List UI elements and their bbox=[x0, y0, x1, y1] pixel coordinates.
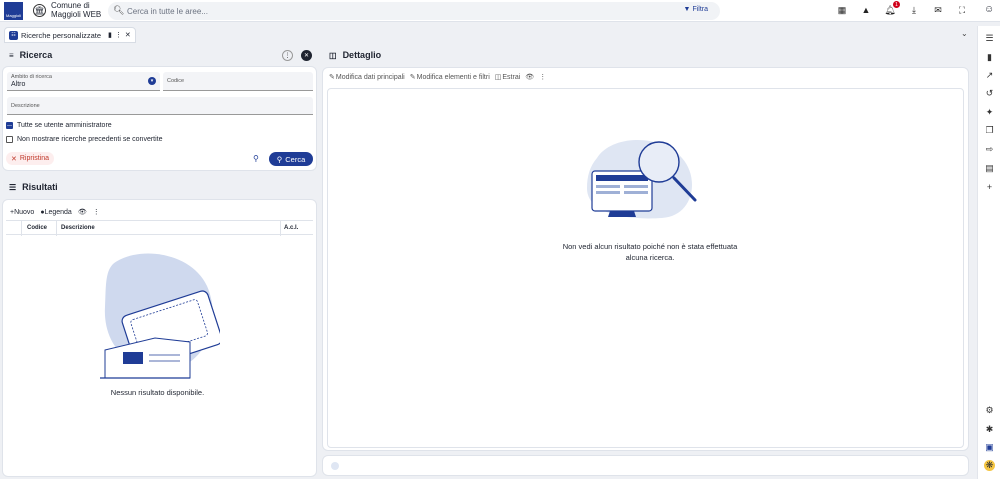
close-icon[interactable]: ✕ bbox=[125, 31, 131, 39]
descrizione-field[interactable]: Descrizione bbox=[7, 97, 313, 115]
more-icon[interactable]: ⋮ bbox=[93, 208, 100, 216]
extract-icon: ◫ bbox=[494, 74, 502, 81]
history-icon[interactable]: ↺ bbox=[984, 88, 995, 99]
col-acl[interactable]: A.c.l. bbox=[284, 225, 298, 231]
legend-button[interactable]: ●Legenda bbox=[40, 209, 72, 216]
brand-logo[interactable]: Maggioli bbox=[4, 2, 23, 20]
check-admin-label: Tutte se utente amministratore bbox=[17, 122, 112, 129]
descrizione-label: Descrizione bbox=[11, 103, 40, 109]
more-icon[interactable]: ⋮ bbox=[115, 31, 122, 39]
close-icon: ✕ bbox=[11, 155, 17, 163]
bookmark-icon[interactable]: ▮ bbox=[108, 31, 112, 39]
institution-icon[interactable]: 🏛 bbox=[33, 4, 46, 17]
col-descrizione[interactable]: Descrizione bbox=[61, 225, 95, 231]
dettaglio-footer bbox=[322, 455, 969, 476]
ambito-label: Ambito di ricerca bbox=[11, 74, 52, 80]
chevron-down-icon[interactable]: ⌄ bbox=[961, 29, 968, 38]
chat-icon[interactable]: ▣ bbox=[984, 442, 995, 453]
search-label: Cerca bbox=[285, 154, 306, 164]
org-name: Comune di Maggioli WEB bbox=[51, 1, 102, 19]
more-icon[interactable]: ⋮ bbox=[539, 73, 546, 81]
check-converted-label: Non mostrare ricerche precedenti se conv… bbox=[17, 136, 163, 143]
copy-icon[interactable]: ❐ bbox=[984, 125, 995, 136]
document-icon[interactable]: ▤ bbox=[984, 163, 995, 174]
settings-icon[interactable]: ⚙ bbox=[984, 405, 995, 416]
export-icon[interactable]: ⇨ bbox=[984, 144, 995, 155]
edit-main-button[interactable]: ✎ Modifica dati principali bbox=[329, 73, 405, 82]
search-list-icon: ≡ bbox=[9, 50, 14, 60]
tab-label: Ricerche personalizzate bbox=[21, 30, 102, 40]
ambito-value: Altro bbox=[11, 81, 26, 88]
dettaglio-header: ◫ Dettaglio bbox=[329, 50, 381, 60]
filter-icon: ▼ bbox=[683, 6, 691, 13]
reset-button[interactable]: ✕ Ripristina bbox=[6, 152, 55, 165]
codice-label: Codice bbox=[167, 78, 185, 84]
panel-icon: ◫ bbox=[329, 50, 337, 60]
top-bar: Maggioli 🏛 Comune di Maggioli WEB 🔍︎ ▼ F… bbox=[0, 0, 1000, 22]
accessibility-icon[interactable]: ✱ bbox=[984, 424, 995, 435]
pencil-icon: ✎ bbox=[409, 74, 416, 81]
check-admin-checkbox[interactable]: — bbox=[6, 122, 13, 129]
bell-icon[interactable]: 🔔︎ 1 bbox=[884, 1, 900, 16]
edit-filters-button[interactable]: ✎ Modifica elementi e filtri bbox=[409, 73, 490, 82]
list-icon[interactable]: ☰ bbox=[984, 33, 995, 44]
check-converted-checkbox[interactable] bbox=[6, 136, 13, 143]
fullscreen-icon[interactable]: ⛶ bbox=[956, 4, 968, 16]
chart-icon[interactable]: ↗ bbox=[984, 70, 995, 81]
visibility-icon[interactable]: 👁︎ bbox=[525, 73, 534, 81]
status-dot-icon bbox=[331, 462, 339, 470]
check-admin-row[interactable]: — Tutte se utente amministratore bbox=[6, 122, 112, 129]
top-actions: ▦ ▲ 🔔︎ 1 ⤓ ✉ ⛶ bbox=[836, 1, 968, 16]
risultati-title: Risultati bbox=[22, 182, 58, 192]
ricerca-more-button[interactable]: ⋮ bbox=[282, 50, 293, 61]
mail-icon[interactable]: ✉ bbox=[932, 4, 944, 16]
risultati-empty-message: Nessun risultato disponibile. bbox=[110, 388, 205, 397]
new-button[interactable]: +Nuovo bbox=[10, 209, 34, 216]
dettaglio-empty-message: Non vedi alcun risultato poiché non è st… bbox=[562, 242, 738, 262]
pencil-icon: ✎ bbox=[329, 74, 335, 81]
help-icon[interactable]: ❋ bbox=[984, 460, 995, 471]
extract-button[interactable]: ◫ Estrai bbox=[494, 73, 521, 82]
warning-icon[interactable]: ▲ bbox=[860, 4, 872, 16]
empty-results-illustration bbox=[100, 253, 220, 379]
filter-button[interactable]: ▼ Filtra bbox=[684, 6, 709, 13]
risultati-toolbar: +Nuovo ●Legenda 👁︎ ⋮ bbox=[10, 208, 100, 217]
visibility-icon[interactable]: 👁︎ bbox=[78, 208, 87, 216]
right-rail: ☰ ▮ ↗ ↺ ✦ ❐ ⇨ ▤ + ⚙ ✱ ▣ ❋ bbox=[977, 26, 1000, 479]
global-search: 🔍︎ ▼ Filtra bbox=[108, 2, 720, 20]
empty-detail-illustration bbox=[587, 140, 697, 219]
search-button[interactable]: ⚲ Cerca bbox=[269, 152, 313, 166]
risultati-header: ☰ Risultati bbox=[9, 182, 58, 192]
tab-strip: ☷ Ricerche personalizzate ▮ ⋮ ✕ ⌄ bbox=[0, 26, 975, 44]
list-icon: ☰ bbox=[9, 182, 17, 192]
check-converted-row[interactable]: Non mostrare ricerche precedenti se conv… bbox=[6, 136, 163, 143]
account-icon[interactable]: ☺ bbox=[984, 4, 994, 15]
chevron-down-icon[interactable]: ▾ bbox=[148, 77, 156, 85]
global-search-input[interactable] bbox=[127, 4, 667, 18]
filter-label: Filtra bbox=[692, 6, 708, 13]
zoom-icon[interactable]: ⚲ bbox=[253, 154, 259, 163]
plus-icon[interactable]: + bbox=[984, 181, 995, 192]
dettaglio-toolbar: ✎ Modifica dati principali ✎ Modifica elem… bbox=[329, 73, 546, 82]
module-icon: ☷ bbox=[9, 30, 18, 40]
search-icon: ⚲ bbox=[276, 154, 283, 164]
results-grid-header: Codice Descrizione A.c.l. bbox=[6, 220, 313, 236]
ricerca-title: Ricerca bbox=[19, 50, 53, 60]
tools-icon[interactable]: ✦ bbox=[984, 107, 995, 118]
codice-field[interactable]: Codice bbox=[163, 72, 313, 91]
reset-label: Ripristina bbox=[19, 155, 50, 162]
ambito-select[interactable]: Ambito di ricerca Altro ▾ bbox=[7, 72, 160, 91]
col-codice[interactable]: Codice bbox=[27, 225, 47, 231]
book-icon[interactable]: ▮ bbox=[984, 52, 995, 63]
search-icon: 🔍︎ bbox=[113, 5, 125, 15]
ricerca-close-button[interactable]: ✕ bbox=[301, 50, 312, 61]
dettaglio-title: Dettaglio bbox=[342, 50, 382, 60]
tab-ricerche-personalizzate[interactable]: ☷ Ricerche personalizzate ▮ ⋮ ✕ bbox=[4, 27, 136, 43]
ricerca-header: ≡ Ricerca bbox=[9, 50, 52, 60]
download-icon[interactable]: ⤓ bbox=[908, 4, 920, 16]
apps-icon[interactable]: ▦ bbox=[836, 4, 848, 16]
notification-badge: 1 bbox=[893, 1, 900, 8]
